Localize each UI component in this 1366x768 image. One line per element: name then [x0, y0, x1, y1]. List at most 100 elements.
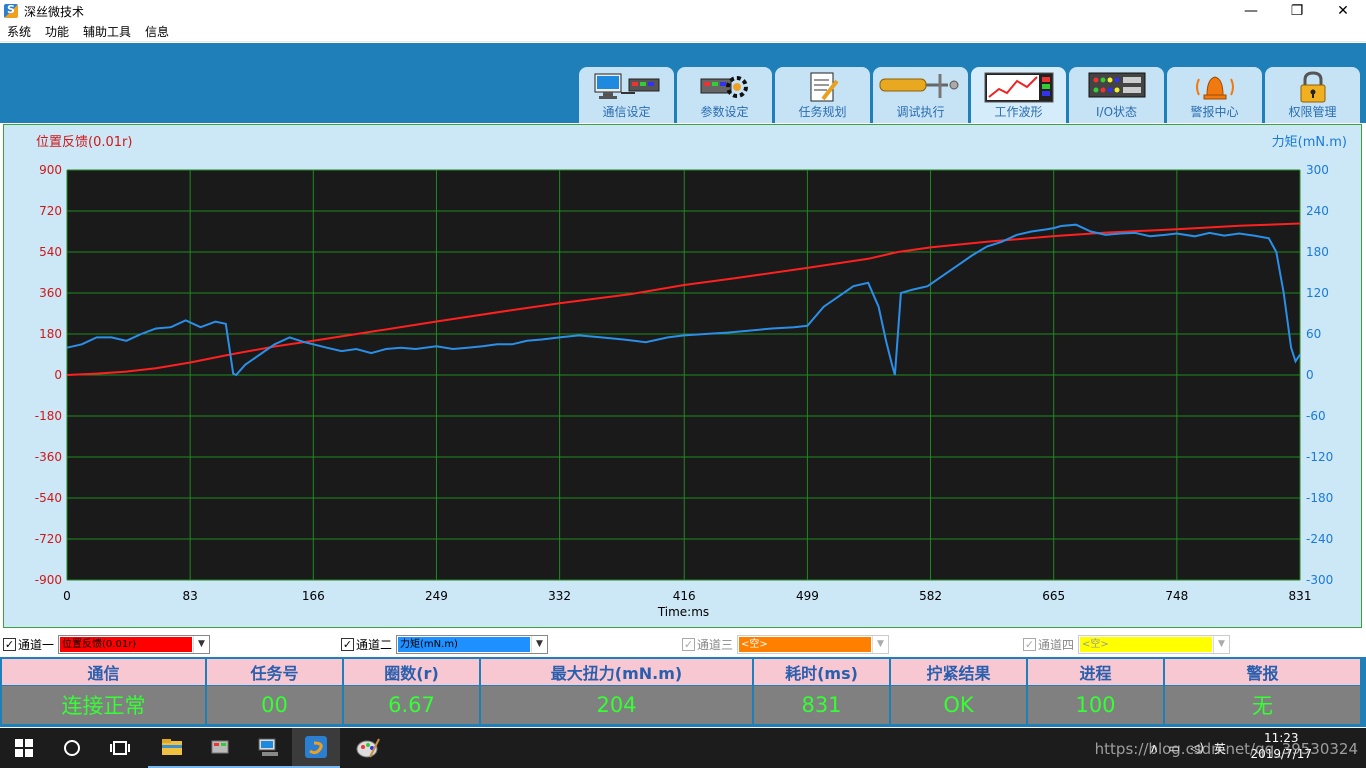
computer-network-icon: [594, 73, 659, 99]
tab-label: 警报中心: [1190, 105, 1239, 119]
tab-task-plan[interactable]: 任务规划: [775, 67, 870, 123]
gear-settings-icon: [700, 76, 748, 98]
x-tick-label: 83: [183, 589, 198, 603]
tab-debug-run[interactable]: 调试执行: [873, 67, 968, 123]
x-tick-label: 166: [302, 589, 325, 603]
windows-start-icon[interactable]: [0, 728, 48, 768]
tab-waveform[interactable]: 工作波形: [971, 67, 1066, 123]
status-max-torque: 最大扭力(mN.m) 204: [481, 659, 752, 724]
window-title: 深丝微技术: [24, 4, 85, 19]
app-logo-icon: [4, 3, 18, 18]
y-left-tick-label: 540: [39, 245, 62, 259]
menu-system[interactable]: 系统: [0, 23, 38, 40]
x-tick-label: 582: [919, 589, 942, 603]
y-right-tick-label: -300: [1306, 573, 1333, 587]
channel-3-value: <空>: [739, 636, 872, 652]
status-header: 最大扭力(mN.m): [481, 659, 752, 685]
channel-4-dropdown[interactable]: <空> ▼: [1078, 634, 1231, 654]
channel-2-checkbox[interactable]: ✓: [341, 637, 354, 651]
status-turns: 圈数(r) 6.67: [344, 659, 479, 724]
y-right-tick-label: 300: [1306, 163, 1329, 177]
channel-1-label: 通道一: [18, 637, 55, 652]
status-header: 任务号: [207, 659, 342, 685]
x-axis-title: Time:ms: [657, 605, 710, 619]
app-network-icon[interactable]: [244, 728, 292, 768]
channel-1-value: 位置反馈(0.01r): [60, 636, 193, 652]
x-tick-label: 0: [63, 589, 71, 603]
y-left-tick-label: 720: [39, 204, 62, 218]
channel-1-dropdown[interactable]: 位置反馈(0.01r) ▼: [58, 634, 211, 654]
tab-alarm-center[interactable]: 警报中心: [1167, 67, 1262, 123]
status-panel: 通信 连接正常 任务号 00 圈数(r) 6.67 最大扭力(mN.m) 204…: [0, 657, 1366, 727]
file-explorer-icon[interactable]: [148, 728, 196, 768]
status-header: 通信: [2, 659, 205, 685]
y-left-tick-label: 360: [39, 286, 62, 300]
app-server-icon[interactable]: [196, 728, 244, 768]
channel-selector-row: ✓ 通道一 位置反馈(0.01r) ▼ ✓ 通道二 力矩(mN.m) ▼ ✓ 通…: [0, 632, 1366, 656]
channel-4-label: 通道四: [1038, 637, 1075, 652]
menu-info[interactable]: 信息: [138, 23, 176, 40]
channel-4: ✓ 通道四 <空> ▼: [1023, 634, 1231, 654]
close-button[interactable]: ✕: [1320, 0, 1366, 22]
tab-permissions[interactable]: 权限管理: [1265, 67, 1360, 123]
chevron-down-icon: ▼: [1213, 635, 1229, 653]
minimize-button[interactable]: —: [1228, 0, 1274, 22]
y-left-tick-label: -360: [35, 450, 62, 464]
menu-function[interactable]: 功能: [38, 23, 76, 40]
waveform-chart-panel: 位置反馈(0.01r) 力矩(mN.m) 0 83 166 249 332 416 499 5…: [3, 124, 1362, 628]
document-pen-icon: [810, 72, 839, 102]
menu-tools[interactable]: 辅助工具: [76, 23, 138, 40]
tab-label: 参数设定: [700, 105, 749, 119]
status-progress: 进程 100: [1028, 659, 1163, 724]
toolbar: 通信设定 参数设定 任务规划 调试执行 工作波形 I/O状态 警报中心 权限管理: [0, 43, 1366, 123]
y-left-tick-label: 180: [39, 327, 62, 341]
status-value: 100: [1028, 686, 1163, 724]
maximize-button[interactable]: ❐: [1274, 0, 1320, 22]
status-value: 00: [207, 686, 342, 724]
status-header: 耗时(ms): [754, 659, 889, 685]
x-tick-label: 748: [1165, 589, 1188, 603]
search-circle-icon[interactable]: [48, 728, 96, 768]
channel-2-value: 力矩(mN.m): [398, 636, 531, 652]
tab-param-settings[interactable]: 参数设定: [677, 67, 772, 123]
waveform-chart-icon: [984, 72, 1053, 103]
status-header: 警报: [1165, 659, 1360, 685]
tab-io-status[interactable]: I/O状态: [1069, 67, 1164, 123]
y-left-tick-label: -180: [35, 409, 62, 423]
task-view-icon[interactable]: [96, 728, 144, 768]
channel-3: ✓ 通道三 <空> ▼: [682, 634, 890, 654]
y-right-tick-label: 0: [1306, 368, 1314, 382]
channel-2-dropdown[interactable]: 力矩(mN.m) ▼: [396, 634, 549, 654]
channel-4-checkbox[interactable]: ✓: [1023, 637, 1036, 651]
tab-label: I/O状态: [1095, 105, 1138, 119]
channel-2-label: 通道二: [356, 637, 393, 652]
y-right-tick-label: 60: [1306, 327, 1321, 341]
x-tick-label: 831: [1289, 589, 1312, 603]
status-header: 进程: [1028, 659, 1163, 685]
paint-app-icon[interactable]: [344, 728, 392, 768]
channel-3-checkbox[interactable]: ✓: [682, 637, 695, 651]
chevron-down-icon: ▼: [531, 635, 547, 653]
channel-1-checkbox[interactable]: ✓: [3, 637, 16, 651]
status-task-no: 任务号 00: [207, 659, 342, 724]
status-value: 831: [754, 686, 889, 724]
x-tick-label: 665: [1042, 589, 1065, 603]
y-left-tick-label: -720: [35, 532, 62, 546]
shensi-app-icon[interactable]: [292, 728, 340, 768]
taskbar: ∧ ▭ ◁) 英 11:23 2019/7/17 https://blog.cs…: [0, 728, 1366, 768]
alarm-bell-icon: [1195, 76, 1234, 100]
y-left-tick-label: 900: [39, 163, 62, 177]
channel-3-dropdown[interactable]: <空> ▼: [737, 634, 890, 654]
y-right-tick-label: -180: [1306, 491, 1333, 505]
tab-label: 工作波形: [994, 105, 1043, 119]
status-alarm: 警报 无: [1165, 659, 1360, 724]
toolbar-tabs: 通信设定 参数设定 任务规划 调试执行 工作波形 I/O状态 警报中心 权限管理: [579, 67, 1360, 123]
status-value: 无: [1165, 686, 1360, 724]
y-right-tick-label: 240: [1306, 204, 1329, 218]
x-tick-label: 499: [796, 589, 819, 603]
tab-comm-settings[interactable]: 通信设定: [579, 67, 674, 123]
tab-label: 任务规划: [798, 105, 847, 119]
y-right-tick-label: 120: [1306, 286, 1329, 300]
screwdriver-icon: [879, 74, 958, 98]
chevron-down-icon: ▼: [872, 635, 888, 653]
